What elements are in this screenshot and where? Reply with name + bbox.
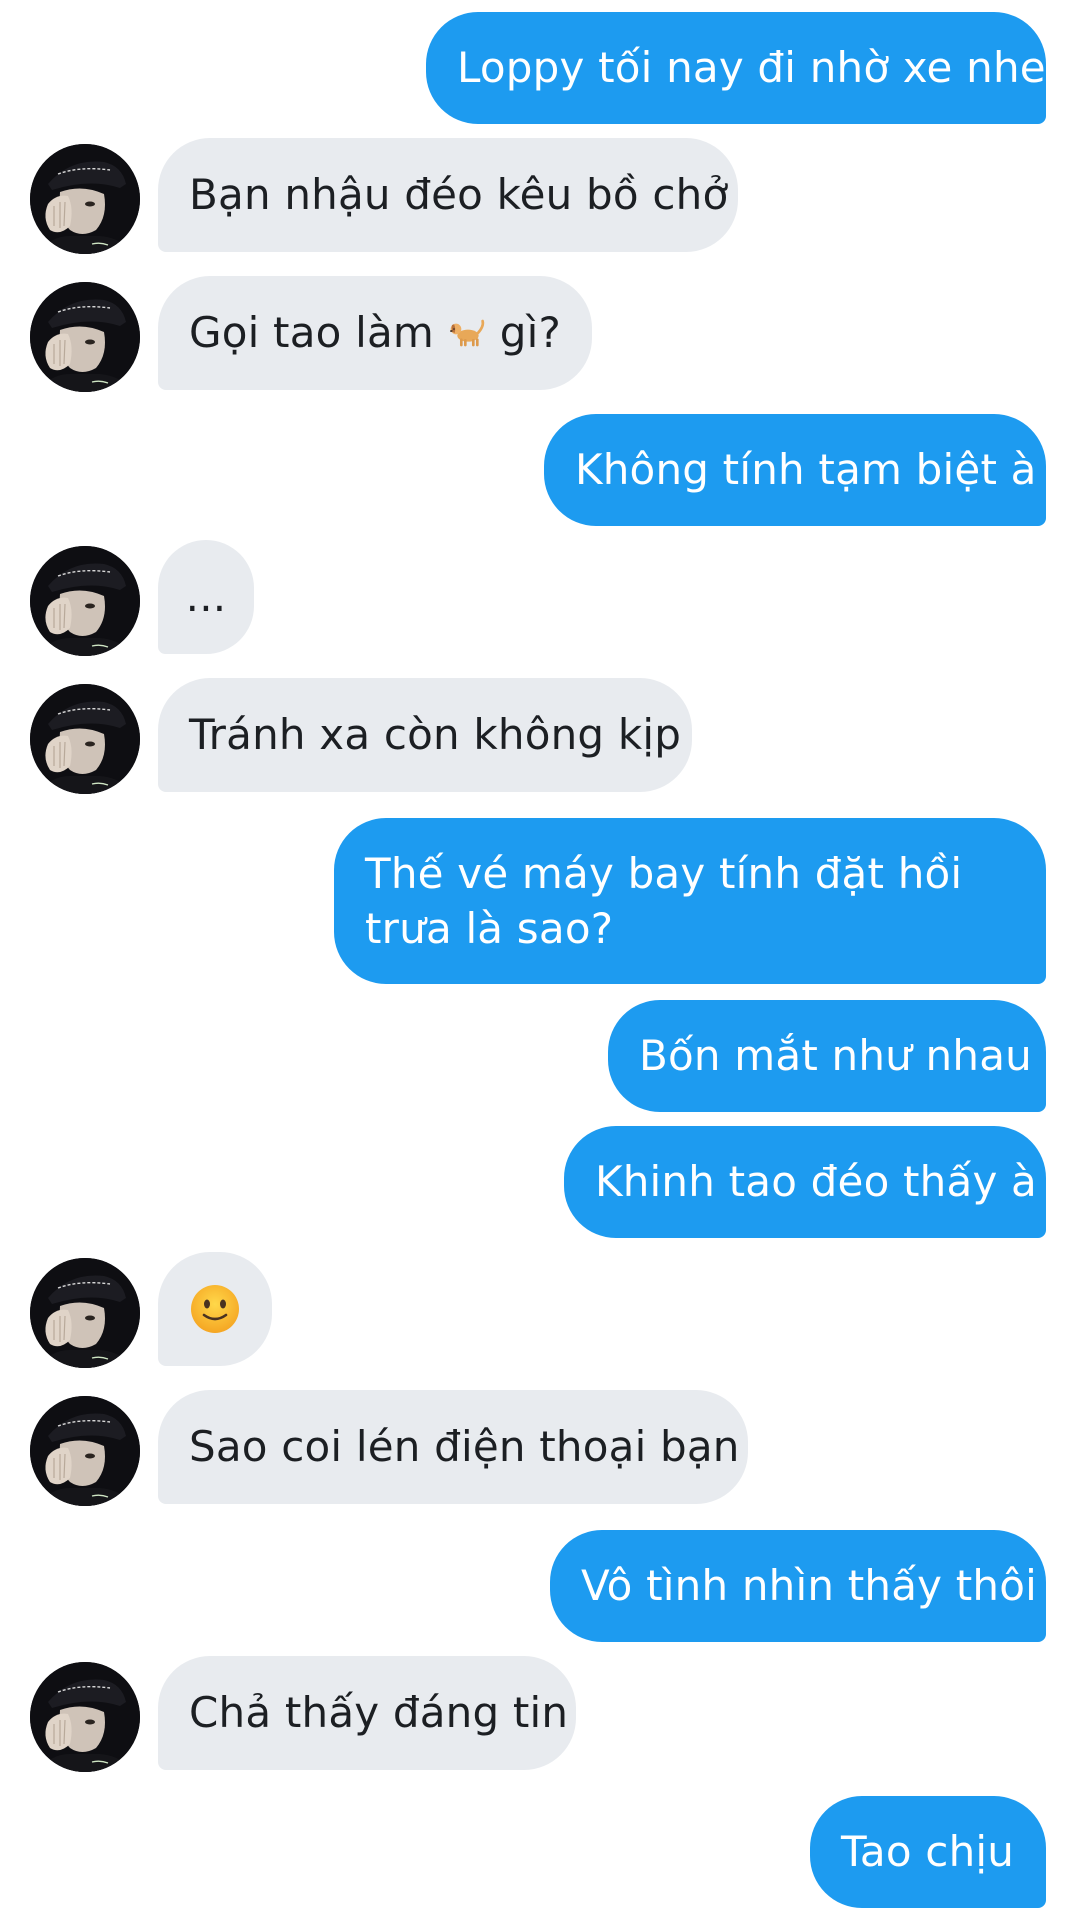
avatar-image [30,282,140,392]
avatar[interactable] [30,144,140,254]
avatar-image [30,546,140,656]
message-text: Tránh xa còn không kịp [189,710,682,759]
avatar[interactable] [30,1258,140,1368]
message-text: Vô tình nhìn thấy thôi [581,1561,1038,1610]
message-text: Tao chịu [841,1827,1015,1876]
avatar[interactable] [30,1396,140,1506]
message-text: ... [185,572,227,621]
avatar-image [30,1662,140,1772]
incoming-message[interactable]: ... [158,540,254,654]
avatar[interactable] [30,1662,140,1772]
message-text: Chả thấy đáng tin [189,1688,569,1737]
incoming-message[interactable]: Sao coi lén điện thoại bạn [158,1390,748,1504]
outgoing-message[interactable]: Khinh tao đéo thấy à [564,1126,1046,1238]
message-text: Thế vé máy bay tính đặt hồi trưa là sao? [365,849,963,953]
avatar[interactable] [30,282,140,392]
message-text: Bạn nhậu đéo kêu bồ chở [189,170,729,219]
incoming-message[interactable] [158,1252,272,1366]
message-text: Khinh tao đéo thấy à [595,1157,1037,1206]
avatar-image [30,1396,140,1506]
avatar-image [30,1258,140,1368]
outgoing-message[interactable]: Thế vé máy bay tính đặt hồi trưa là sao? [334,818,1046,984]
dog-icon [449,319,484,347]
avatar[interactable] [30,684,140,794]
outgoing-message[interactable]: Bốn mắt như nhau [608,1000,1046,1112]
incoming-message[interactable]: Gọi tao làm gì? [158,276,592,390]
outgoing-message[interactable]: Vô tình nhìn thấy thôi [550,1530,1046,1642]
message-text: Loppy tối nay đi nhờ xe nhe [457,43,1046,92]
incoming-message[interactable]: Tránh xa còn không kịp [158,678,692,792]
message-text: gì? [486,308,561,357]
avatar-image [30,684,140,794]
incoming-message[interactable]: Bạn nhậu đéo kêu bồ chở [158,138,738,252]
incoming-message[interactable]: Chả thấy đáng tin [158,1656,576,1770]
outgoing-message[interactable]: Không tính tạm biệt à [544,414,1046,526]
avatar[interactable] [30,546,140,656]
outgoing-message[interactable]: Tao chịu [810,1796,1046,1908]
message-text: Gọi tao làm [189,308,448,357]
message-text: Bốn mắt như nhau [639,1031,1032,1080]
message-text: Sao coi lén điện thoại bạn [189,1422,740,1471]
avatar-image [30,144,140,254]
outgoing-message[interactable]: Loppy tối nay đi nhờ xe nhe [426,12,1046,124]
message-text: Không tính tạm biệt à [575,445,1037,494]
slightly-smiling-face-icon [191,1285,239,1333]
